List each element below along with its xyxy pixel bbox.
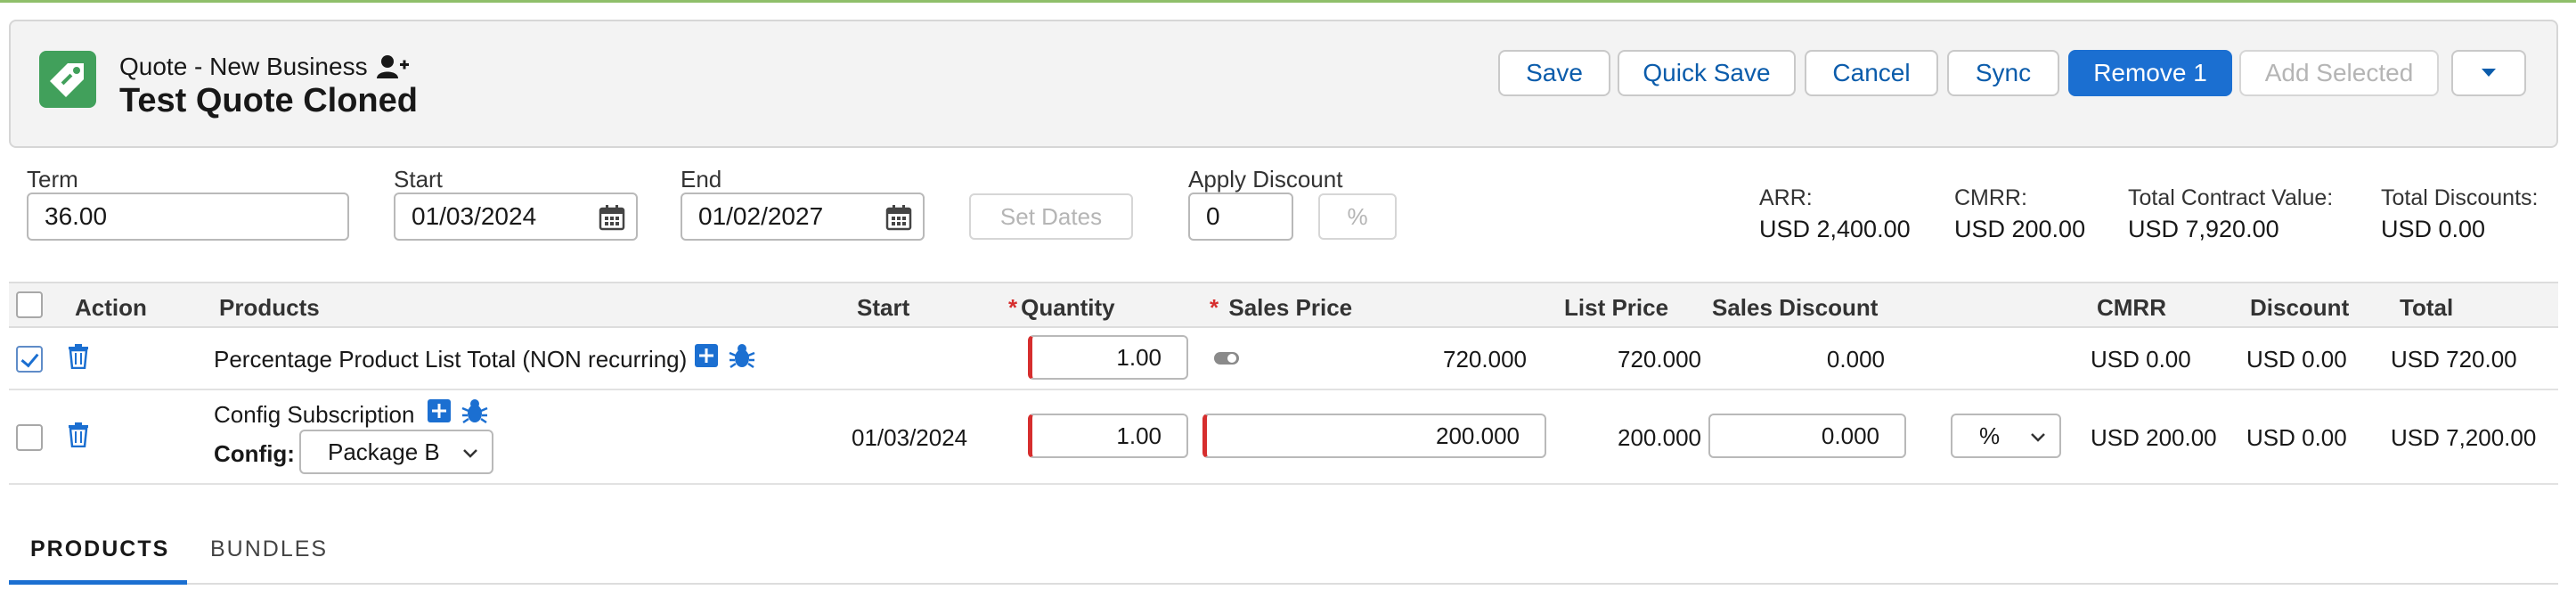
active-tab-indicator: [9, 580, 187, 585]
term-value: 36.00: [45, 202, 108, 230]
list-price-value: 200.000: [1618, 424, 1701, 451]
sales-discount-value: 0.000: [1821, 422, 1879, 449]
bug-icon[interactable]: [729, 342, 755, 369]
end-label: End: [681, 166, 722, 193]
record-type-text: Quote - New Business: [119, 53, 368, 80]
sales-price-value: 720.000: [1443, 346, 1527, 373]
col-quantity-label: Quantity: [1021, 294, 1115, 321]
page-title: Test Quote Cloned: [119, 82, 418, 119]
add-selected-button[interactable]: Add Selected: [2239, 50, 2439, 96]
end-date-input[interactable]: 01/02/2027: [681, 193, 925, 241]
config-select[interactable]: Package B: [299, 430, 493, 474]
calendar-icon[interactable]: [599, 204, 625, 231]
total-discounts-label: Total Discounts:: [2381, 185, 2539, 210]
start-date-value: 01/03/2024: [412, 202, 537, 230]
cmrr-value: USD 200.00: [1954, 216, 2086, 242]
toggle-icon[interactable]: [1213, 349, 1240, 367]
col-sales-price-label: Sales Price: [1228, 294, 1353, 321]
record-type-label: Quote - New Business: [119, 53, 409, 81]
tab-products[interactable]: PRODUCTS: [30, 537, 169, 562]
start-date-cell: 01/03/2024: [852, 424, 968, 451]
arr-label: ARR:: [1759, 185, 1813, 210]
percent-icon: %: [1347, 202, 1368, 230]
quick-save-button[interactable]: Quick Save: [1618, 50, 1796, 96]
discount-type-select[interactable]: %: [1951, 414, 2061, 458]
quote-tag-icon: [39, 51, 96, 108]
quantity-value: 1.00: [1116, 422, 1162, 449]
cmrr-cell: USD 0.00: [2091, 346, 2191, 373]
apply-discount-input[interactable]: 0: [1188, 193, 1293, 241]
chevron-down-icon: [2482, 69, 2496, 77]
top-accent-line: [0, 0, 2576, 3]
col-cmrr: CMRR: [2097, 294, 2166, 321]
discount-type-value: %: [1979, 422, 2001, 449]
col-sales-price: * Sales Price: [1210, 294, 1352, 322]
total-contract-value: USD 7,920.00: [2128, 216, 2279, 242]
product-name: Percentage Product List Total (NON recur…: [214, 346, 688, 373]
remove-button[interactable]: Remove 1: [2068, 50, 2232, 96]
chevron-down-icon: [2031, 433, 2045, 442]
required-marker: *: [1210, 294, 1219, 321]
list-price-value: 720.000: [1618, 346, 1701, 373]
page-header: Quote - New Business Test Quote Cloned S…: [9, 20, 2558, 148]
col-sales-discount: Sales Discount: [1712, 294, 1879, 321]
term-input[interactable]: 36.00: [27, 193, 349, 241]
end-date-value: 01/02/2027: [698, 202, 824, 230]
bug-icon[interactable]: [461, 397, 488, 424]
col-total: Total: [2400, 294, 2454, 321]
chevron-down-icon: [463, 449, 477, 458]
add-user-icon: [376, 55, 409, 78]
start-date-input[interactable]: 01/03/2024: [394, 193, 638, 241]
save-button[interactable]: Save: [1498, 50, 1610, 96]
table-header: Action Products Start * Quantity * Sales …: [9, 282, 2558, 328]
sales-price-value: 200.000: [1436, 422, 1520, 449]
total-discounts-value: USD 0.00: [2381, 216, 2486, 242]
table-row: Config Subscription Config: Package B 01…: [9, 390, 2558, 485]
col-start: Start: [857, 294, 910, 321]
quantity-input[interactable]: 1.00: [1028, 335, 1188, 380]
product-name: Config Subscription: [214, 401, 415, 428]
config-label: Config:: [214, 440, 295, 467]
total-cell: USD 7,200.00: [2391, 424, 2537, 451]
col-discount: Discount: [2250, 294, 2350, 321]
trash-icon[interactable]: [68, 344, 89, 369]
apply-discount-label: Apply Discount: [1188, 166, 1343, 193]
sales-price-input[interactable]: 200.000: [1202, 414, 1546, 458]
col-action: Action: [75, 294, 147, 321]
row-select-checkbox[interactable]: [16, 424, 43, 451]
plus-square-icon[interactable]: [695, 344, 718, 367]
calendar-icon[interactable]: [885, 204, 912, 231]
discount-cell: USD 0.00: [2246, 424, 2347, 451]
quantity-value: 1.00: [1116, 343, 1162, 371]
quantity-input[interactable]: 1.00: [1028, 414, 1188, 458]
start-label: Start: [394, 166, 443, 193]
more-actions-button[interactable]: [2451, 50, 2526, 96]
col-products: Products: [219, 294, 320, 321]
tab-bundles[interactable]: BUNDLES: [210, 537, 328, 562]
tab-bar: PRODUCTS BUNDLES: [9, 522, 2558, 585]
percent-toggle-button[interactable]: %: [1318, 193, 1397, 240]
select-all-checkbox[interactable]: [16, 291, 43, 318]
required-marker: *: [1008, 294, 1018, 321]
cmrr-cell: USD 200.00: [2091, 424, 2217, 451]
cancel-button[interactable]: Cancel: [1805, 50, 1938, 96]
set-dates-button[interactable]: Set Dates: [969, 193, 1133, 240]
col-quantity: * Quantity: [1008, 294, 1115, 322]
total-contract-value-label: Total Contract Value:: [2128, 185, 2334, 210]
table-row: Percentage Product List Total (NON recur…: [9, 328, 2558, 390]
plus-square-icon[interactable]: [428, 399, 451, 422]
total-cell: USD 720.00: [2391, 346, 2517, 373]
sync-button[interactable]: Sync: [1947, 50, 2059, 96]
cmrr-label: CMRR:: [1954, 185, 2027, 210]
config-selected-value: Package B: [328, 438, 440, 465]
term-label: Term: [27, 166, 78, 193]
trash-icon[interactable]: [68, 422, 89, 447]
sales-discount-value: 0.000: [1826, 346, 1885, 373]
row-select-checkbox[interactable]: [16, 346, 43, 373]
arr-value: USD 2,400.00: [1759, 216, 1911, 242]
discount-cell: USD 0.00: [2246, 346, 2347, 373]
sales-discount-input[interactable]: 0.000: [1708, 414, 1906, 458]
apply-discount-value: 0: [1206, 202, 1220, 230]
col-list-price: List Price: [1564, 294, 1669, 321]
